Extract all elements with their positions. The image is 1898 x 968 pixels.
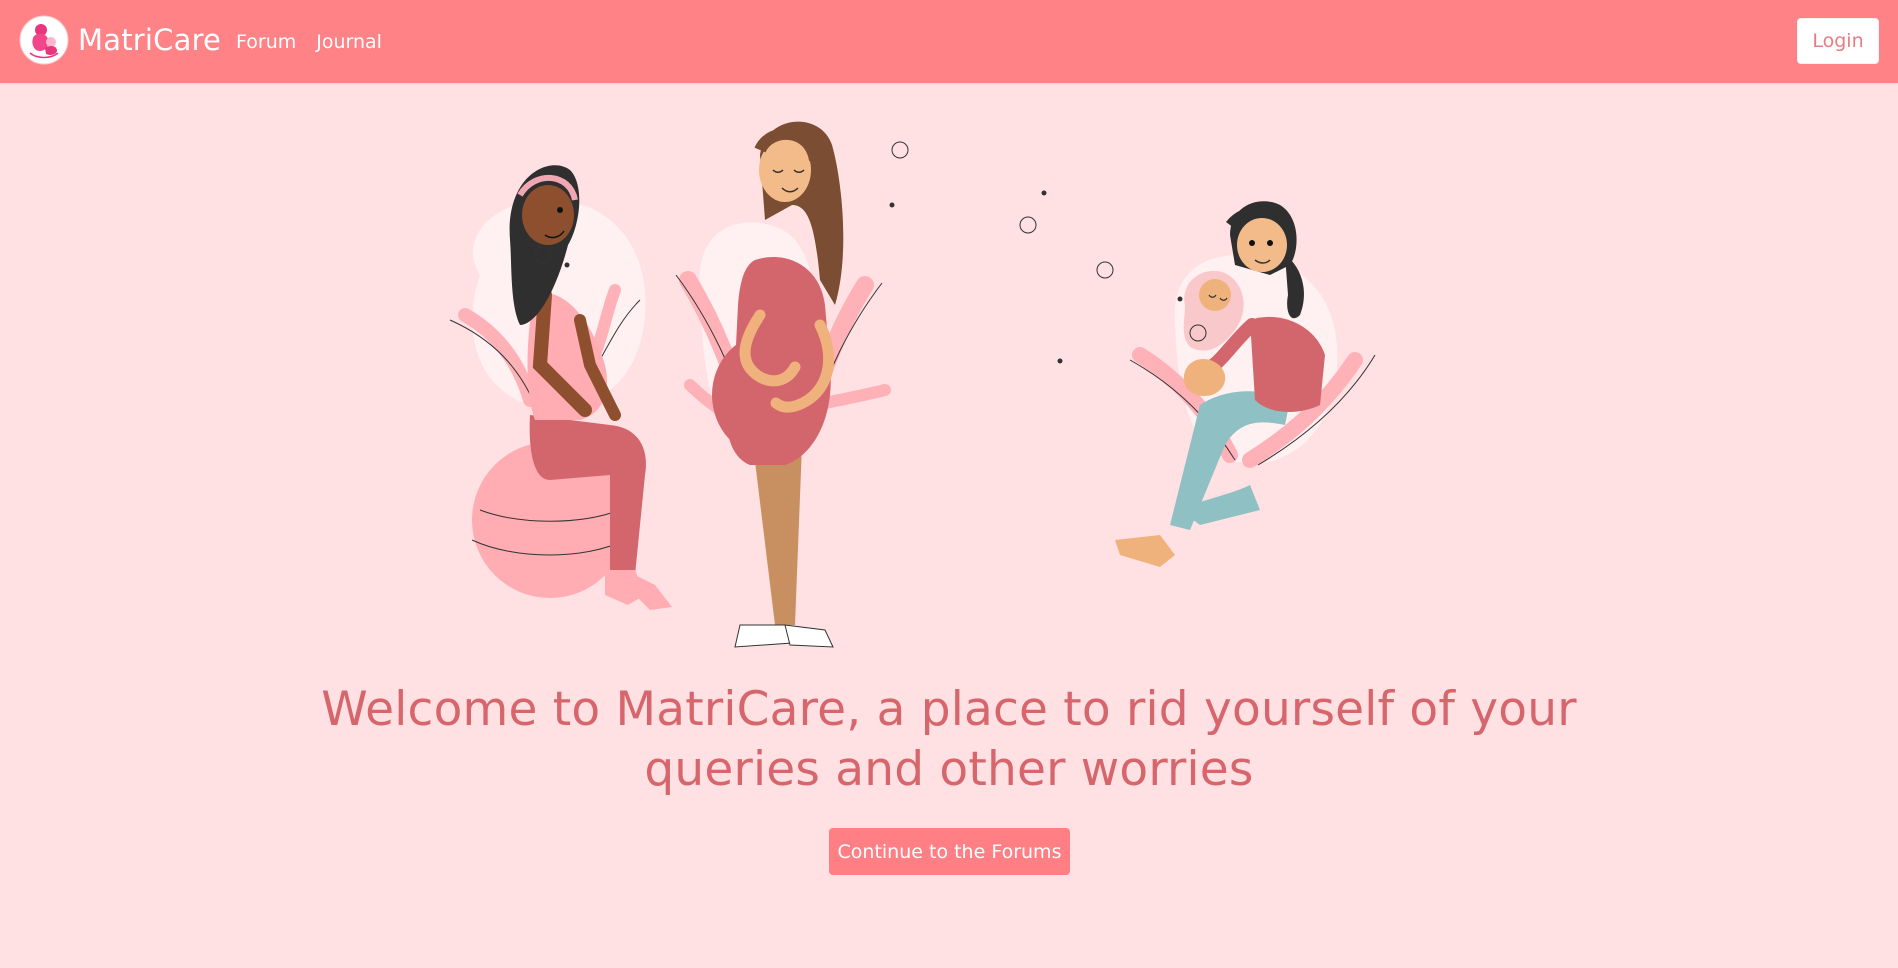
matricare-logo-icon [19, 15, 69, 65]
brand-link[interactable]: MatriCare [19, 15, 221, 65]
mother-with-baby-figure [1057, 201, 1376, 567]
hero-illustration [449, 121, 1376, 648]
nav-link-forum[interactable]: Forum [236, 30, 296, 54]
hero-title: Welcome to MatriCare, a place to rid you… [321, 682, 1577, 797]
nav-links: Forum Journal [236, 30, 382, 54]
nav-link-journal[interactable]: Journal [316, 30, 382, 54]
login-button[interactable]: Login [1797, 18, 1879, 64]
woman-on-ball-figure [449, 165, 672, 610]
brand-name: MatriCare [78, 23, 222, 57]
pregnant-woman-figure [675, 121, 1047, 648]
continue-to-forums-button[interactable]: Continue to the Forums [829, 828, 1070, 875]
top-navbar: MatriCare Forum Journal Login [0, 0, 1898, 83]
